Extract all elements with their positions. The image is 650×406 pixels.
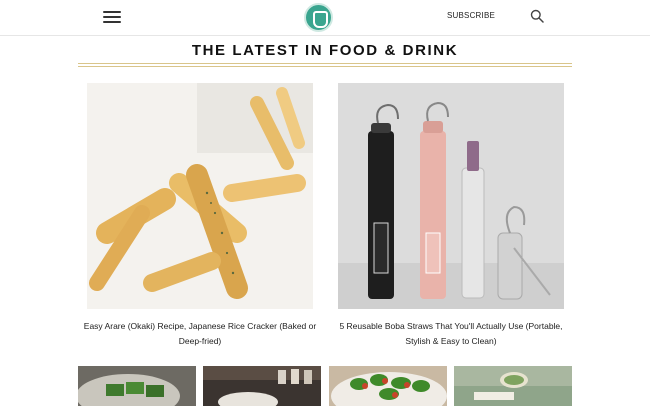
post-thumbnail[interactable] bbox=[454, 366, 572, 406]
post-thumbnail[interactable] bbox=[329, 366, 447, 406]
hamburger-menu-icon[interactable] bbox=[103, 9, 121, 25]
boba-straws-image[interactable] bbox=[338, 83, 564, 309]
post-thumbnail[interactable] bbox=[78, 366, 196, 406]
section-divider bbox=[78, 63, 572, 67]
subscribe-link[interactable]: SUBSCRIBE bbox=[447, 11, 495, 20]
arare-crackers-image[interactable] bbox=[87, 83, 313, 309]
post-thumbnail[interactable] bbox=[203, 366, 321, 406]
site-logo[interactable] bbox=[304, 3, 333, 32]
section-title: THE LATEST IN FOOD & DRINK bbox=[191, 42, 459, 59]
post-title-link[interactable]: Easy Arare (Okaki) Recipe, Japanese Rice… bbox=[77, 319, 323, 349]
post-title-link[interactable]: 5 Reusable Boba Straws That You'll Actua… bbox=[328, 319, 574, 349]
search-icon[interactable] bbox=[530, 9, 544, 23]
site-header: SUBSCRIBE bbox=[0, 0, 650, 36]
